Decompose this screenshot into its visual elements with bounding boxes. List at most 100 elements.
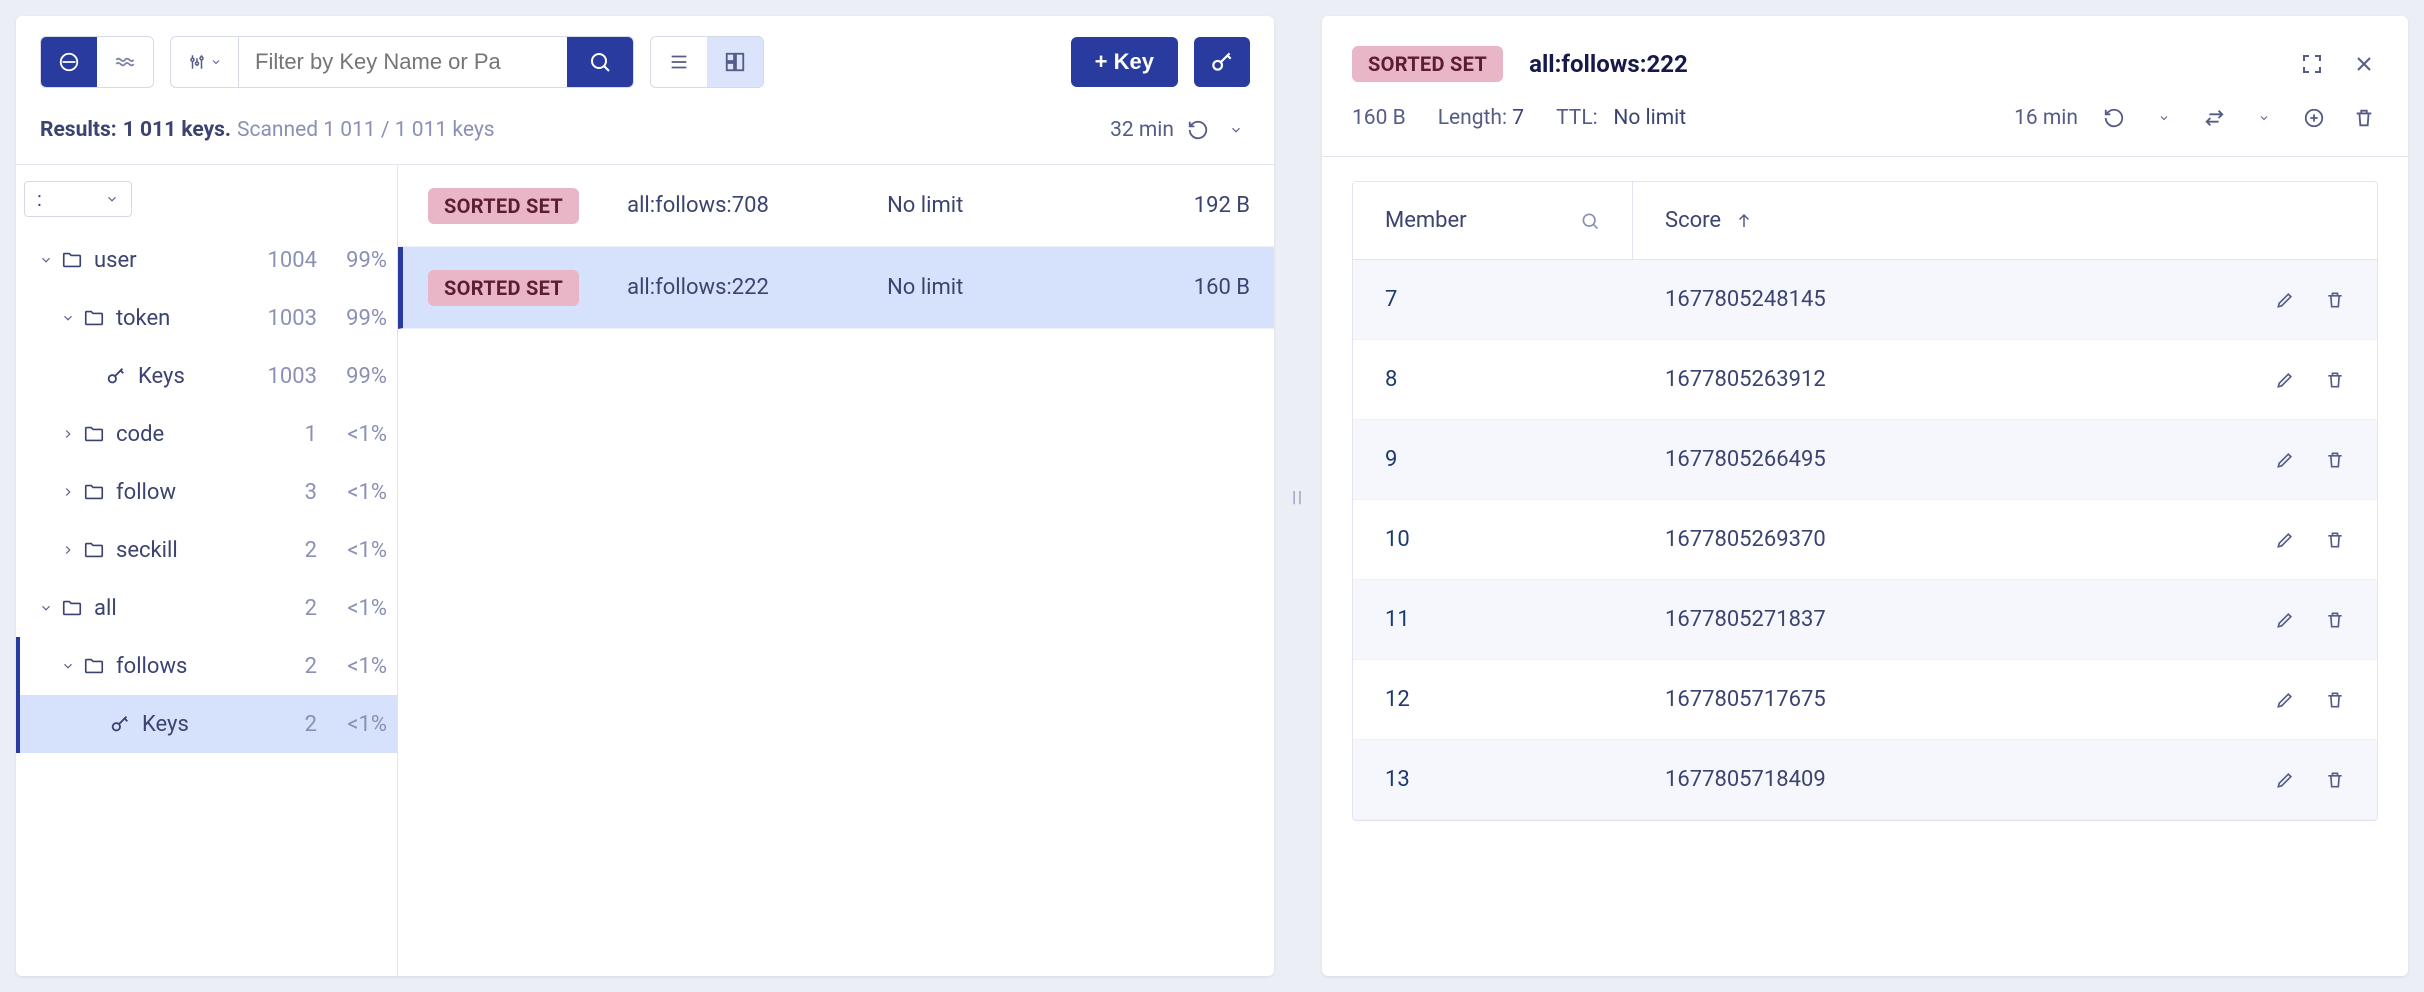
compact-layout-button[interactable] (651, 37, 707, 87)
key-size: 160 B (1352, 106, 1406, 130)
delete-row-button[interactable] (2321, 606, 2349, 634)
trash-icon (2325, 450, 2345, 470)
refresh-options-button[interactable] (1222, 116, 1250, 144)
filter-input[interactable] (239, 37, 567, 87)
chevron-right-icon (61, 427, 75, 441)
tree-folder-code[interactable]: code1<1% (16, 405, 397, 463)
key-tree: : user1004 99% token100399%Keys100399%code… (16, 165, 398, 976)
folder-icon (83, 655, 105, 677)
key-name-title: all:follows:222 (1529, 50, 1688, 78)
tree-folder-token[interactable]: token100399% (16, 289, 397, 347)
score-cell: 1677805717675 (1633, 687, 2271, 712)
tree-label: user (94, 248, 247, 273)
tree-label: all (94, 596, 247, 621)
fullscreen-button[interactable] (2298, 50, 2326, 78)
key-list: SORTED SETall:follows:708No limit192 BSO… (398, 165, 1274, 976)
edit-row-button[interactable] (2271, 366, 2299, 394)
pencil-icon (2275, 690, 2295, 710)
hamburger-icon (668, 51, 690, 73)
chevron-down-icon (61, 311, 75, 325)
edit-row-button[interactable] (2271, 526, 2299, 554)
sorted-set-row: 101677805269370 (1353, 500, 2377, 580)
member-column-header[interactable]: Member (1353, 182, 1633, 259)
edit-row-button[interactable] (2271, 606, 2299, 634)
tree-view-mode-button[interactable] (97, 37, 153, 87)
tree-count: 2 (247, 712, 317, 737)
tree-folder-follow[interactable]: follow3<1% (16, 463, 397, 521)
tree-folder-all[interactable]: all2<1% (16, 579, 397, 637)
score-cell: 1677805718409 (1633, 767, 2271, 792)
pencil-icon (2275, 610, 2295, 630)
edit-row-button[interactable] (2271, 686, 2299, 714)
key-ttl: No limit (887, 275, 1047, 300)
trash-icon (2325, 530, 2345, 550)
tree-pct: 99% (325, 248, 387, 273)
close-icon (2352, 52, 2376, 76)
key-ttl: TTL: No limit (1556, 106, 1686, 130)
sorted-set-row: 131677805718409 (1353, 740, 2377, 820)
folder-icon (61, 249, 83, 271)
keys-browser-panel: + Key Results: 1 011 keys. Scanned 1 011… (16, 16, 1274, 976)
score-column-header[interactable]: Score (1633, 182, 2377, 259)
swap-icon (2203, 107, 2225, 129)
refresh-detail-options[interactable] (2150, 104, 2178, 132)
tree-count: 3 (247, 480, 317, 505)
close-detail-button[interactable] (2350, 50, 2378, 78)
swap-options[interactable] (2250, 104, 2278, 132)
list-view-mode-button[interactable] (41, 37, 97, 87)
key-filter (170, 36, 634, 88)
score-cell: 1677805271837 (1633, 607, 2271, 632)
swap-button[interactable] (2200, 104, 2228, 132)
tree-count: 1003 (247, 306, 317, 331)
pencil-icon (2275, 530, 2295, 550)
chevron-down-icon (1229, 123, 1243, 137)
tree-pct: <1% (325, 654, 387, 679)
tree-count: 2 (247, 596, 317, 621)
refresh-icon (2103, 107, 2125, 129)
key-ttl: No limit (887, 193, 1047, 218)
chevron-down-icon (105, 192, 119, 206)
layout-icon (724, 51, 746, 73)
key-type-badge: SORTED SET (1352, 46, 1503, 82)
key-list-row[interactable]: SORTED SETall:follows:708No limit192 B (398, 165, 1274, 247)
add-key-button[interactable]: + Key (1071, 37, 1178, 87)
tree-folder-follows[interactable]: follows2<1% (16, 637, 397, 695)
tree-folder-seckill[interactable]: seckill2<1% (16, 521, 397, 579)
delete-row-button[interactable] (2321, 286, 2349, 314)
sorted-set-row: 91677805266495 (1353, 420, 2377, 500)
tree-count: 1004 (247, 248, 317, 273)
split-layout-button[interactable] (707, 37, 763, 87)
trash-icon (2325, 690, 2345, 710)
panel-splitter[interactable]: || (1290, 16, 1306, 976)
delete-row-button[interactable] (2321, 366, 2349, 394)
tree-folder-user[interactable]: user1004 99% (16, 231, 397, 289)
member-cell: 9 (1353, 447, 1633, 472)
tree-keys-node[interactable]: Keys100399% (16, 347, 397, 405)
filter-search-button[interactable] (567, 37, 633, 87)
results-summary: Results: 1 011 keys. Scanned 1 011 / 1 0… (16, 108, 1274, 164)
pencil-icon (2275, 450, 2295, 470)
key-name: all:follows:222 (627, 275, 887, 300)
add-member-button[interactable] (2300, 104, 2328, 132)
chevron-right-icon (61, 543, 75, 557)
edit-row-button[interactable] (2271, 766, 2299, 794)
delete-key-button[interactable] (2350, 104, 2378, 132)
key-list-row[interactable]: SORTED SETall:follows:222No limit160 B (398, 247, 1274, 329)
delete-row-button[interactable] (2321, 766, 2349, 794)
scanned-text: Scanned 1 011 / 1 011 keys (237, 118, 495, 142)
edit-row-button[interactable] (2271, 446, 2299, 474)
filter-type-dropdown[interactable] (171, 37, 239, 87)
edit-row-button[interactable] (2271, 286, 2299, 314)
refresh-results-button[interactable] (1184, 116, 1212, 144)
results-count: 1 011 keys. (123, 118, 231, 142)
bulk-actions-button[interactable] (1194, 37, 1250, 87)
delimiter-select[interactable]: : (24, 181, 132, 217)
view-mode-segment (40, 36, 154, 88)
trash-icon (2353, 107, 2375, 129)
delete-row-button[interactable] (2321, 446, 2349, 474)
tree-keys-node[interactable]: Keys2<1% (16, 695, 397, 753)
delete-row-button[interactable] (2321, 526, 2349, 554)
refresh-detail-button[interactable] (2100, 104, 2128, 132)
folder-icon (83, 539, 105, 561)
delete-row-button[interactable] (2321, 686, 2349, 714)
